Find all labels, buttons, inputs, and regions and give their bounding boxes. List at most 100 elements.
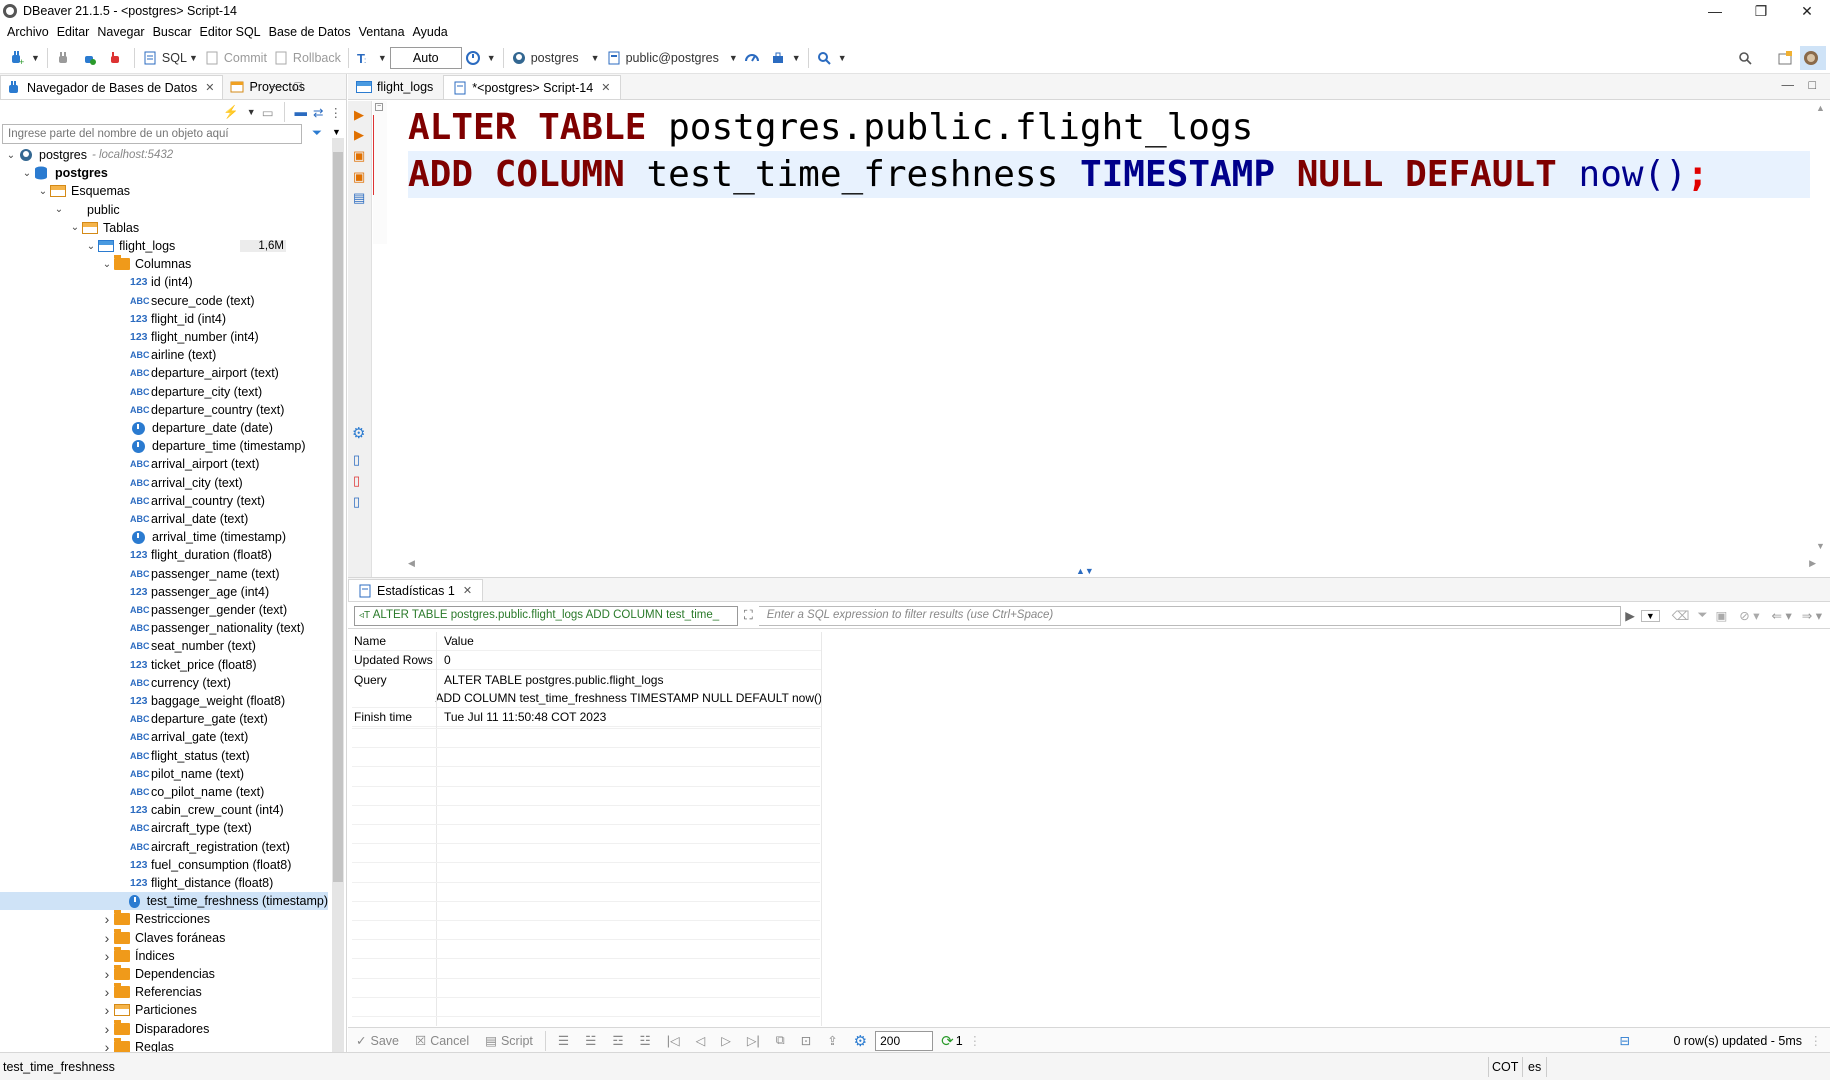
minimize-button[interactable]: — (1692, 0, 1738, 22)
tree-node[interactable]: 123 flight_number (int4) (116, 328, 259, 346)
delete-row-icon[interactable]: ☳ (640, 1033, 651, 1048)
close-icon[interactable]: ✕ (205, 81, 214, 94)
minimize-panel-icon[interactable]: — (272, 79, 285, 93)
chevron-down-icon[interactable]: ⌄ (4, 150, 18, 161)
global-search-button[interactable] (1734, 46, 1760, 70)
tree-node[interactable]: ABC passenger_name (text) (116, 565, 280, 583)
table-row[interactable]: ADD COLUMN test_time_freshness TIMESTAMP… (352, 689, 822, 708)
menu-base-de-datos[interactable]: Base de Datos (269, 25, 351, 39)
tree-node[interactable]: ABC departure_gate (text) (116, 710, 268, 728)
tree-node[interactable]: departure_date (date) (116, 419, 273, 437)
tree-node[interactable]: ABC arrival_airport (text) (116, 455, 259, 473)
chevron-down-icon[interactable]: ⌄ (20, 168, 34, 179)
tree-node[interactable]: ⌄ postgres (20, 164, 108, 182)
tree-node[interactable]: 123 cabin_crew_count (int4) (116, 801, 284, 819)
dashboard-button[interactable] (741, 46, 767, 70)
chevron-right-icon[interactable]: › (100, 911, 114, 927)
filter-dropdown-icon[interactable]: ▼ (332, 127, 341, 137)
tree-node[interactable]: 123 flight_distance (float8) (116, 874, 273, 892)
history-button[interactable]: ▼ (462, 46, 499, 70)
link-editor-icon[interactable]: ⇄ (313, 105, 323, 120)
tree-node[interactable]: ABC departure_city (text) (116, 383, 262, 401)
rollback-button[interactable]: Rollback (270, 46, 344, 70)
edit-row-icon[interactable]: ☰ (558, 1033, 569, 1048)
tree-node[interactable]: › Particiones (100, 1001, 197, 1019)
tree-node[interactable]: ABC arrival_gate (text) (116, 728, 248, 746)
chevron-down-icon[interactable]: ⌄ (68, 222, 82, 233)
sql-editor-button[interactable]: SQL ▼ (139, 46, 201, 70)
first-page-icon[interactable]: |◁ (667, 1033, 680, 1048)
save-results-button[interactable]: ✓ Save (356, 1033, 399, 1049)
tree-node[interactable]: ABC aircraft_registration (text) (116, 838, 290, 856)
new-connection-icon[interactable]: ⚡ (223, 105, 239, 120)
tree-node[interactable]: › Claves foráneas (100, 928, 225, 947)
tree-node[interactable]: ABC passenger_nationality (text) (116, 619, 305, 637)
active-schema-selector[interactable]: public@postgres ▼ (603, 46, 741, 70)
tree-node[interactable]: › Disparadores (100, 1019, 209, 1038)
sql-code-area[interactable]: ALTER TABLE postgres.public.flight_logs … (408, 104, 1810, 198)
apply-filter-icon[interactable]: ▶ (1625, 608, 1635, 623)
tree-node[interactable]: 123 id (int4) (116, 273, 193, 291)
add-row-icon[interactable]: ☱ (585, 1033, 596, 1048)
tree-node[interactable]: ⌄ Esquemas (36, 182, 130, 200)
export-script-icon[interactable]: ▯ (353, 494, 360, 510)
tree-node[interactable]: ABC arrival_country (text) (116, 492, 265, 510)
filter-settings-icon[interactable]: ⏷ (1697, 608, 1707, 623)
chevron-right-icon[interactable]: › (100, 1002, 114, 1018)
cancel-results-button[interactable]: ☒ Cancel (415, 1033, 469, 1049)
maximize-panel-icon[interactable]: □ (294, 79, 302, 93)
chevron-right-icon[interactable]: › (100, 1039, 114, 1052)
view-menu-icon[interactable]: ⋮ (330, 105, 343, 120)
save-filter-icon[interactable]: ▣ (1715, 608, 1727, 623)
minimize-editor-icon[interactable]: — (1782, 78, 1795, 92)
tree-scrollbar-thumb[interactable] (333, 152, 343, 882)
execute-script-icon[interactable]: ▣ (353, 148, 365, 164)
copy-row-icon[interactable]: ☲ (612, 1033, 623, 1048)
reconnect-button[interactable] (78, 46, 104, 70)
settings-gear-icon[interactable]: ⚙ (854, 1032, 867, 1050)
expand-filter-icon[interactable]: ⛶ (744, 608, 753, 623)
execute-in-new-tab-icon[interactable]: ▶ (354, 127, 364, 143)
fetch-size-input[interactable] (875, 1030, 934, 1051)
tree-node[interactable]: ABC flight_status (text) (116, 747, 250, 765)
chevron-down-icon[interactable]: ⌄ (36, 186, 50, 197)
tree-node[interactable]: ABC departure_country (text) (116, 401, 284, 419)
back-icon[interactable]: ⇐ ▾ (1772, 608, 1792, 623)
tab-statistics[interactable]: Estadísticas 1 ✕ (348, 579, 484, 601)
new-folder-icon[interactable]: ▭ (262, 105, 274, 120)
tree-node[interactable]: › Restricciones (100, 910, 210, 928)
fetch-all-icon[interactable]: ⊡ (801, 1033, 811, 1048)
menu-ayuda[interactable]: Ayuda (413, 25, 448, 39)
menu-editar[interactable]: Editar (57, 25, 90, 39)
table-row[interactable]: Finish time Tue Jul 11 11:50:48 COT 2023 (352, 708, 822, 727)
tree-node[interactable]: ABC arrival_date (text) (116, 510, 248, 528)
filter-expression-input[interactable]: Enter a SQL expression to filter results… (758, 605, 1622, 626)
commit-button[interactable]: Commit (201, 46, 270, 70)
menu-archivo[interactable]: Archivo (7, 25, 49, 39)
chevron-down-icon[interactable]: ⌄ (100, 259, 114, 270)
menu-buscar[interactable]: Buscar (153, 25, 192, 39)
filter-icon[interactable]: ⏷ (312, 126, 322, 141)
refresh-icon[interactable]: ⟳ (941, 1032, 954, 1050)
chevron-right-icon[interactable]: › (100, 948, 114, 964)
menu-navegar[interactable]: Navegar (97, 25, 144, 39)
perspective-button[interactable] (1774, 46, 1800, 70)
tree-node[interactable]: 123 flight_id (int4) (116, 310, 226, 328)
close-window-button[interactable]: ✕ (1784, 0, 1830, 22)
chevron-right-icon[interactable]: › (100, 930, 114, 946)
editor-horizontal-scrollbar[interactable]: ◀ ▶ (408, 558, 1816, 572)
transaction-mode-button[interactable]: T: ▼ (353, 46, 390, 70)
explain-plan-icon[interactable]: ▤ (353, 190, 365, 206)
tree-node[interactable]: 123 baggage_weight (float8) (116, 692, 285, 710)
tree-node[interactable]: ⌄ Tablas (68, 219, 139, 237)
fold-collapse-icon[interactable]: − (375, 103, 383, 111)
tree-node[interactable]: arrival_time (timestamp) (116, 528, 286, 546)
collapse-all-icon[interactable]: ▬ (295, 105, 308, 119)
chevron-down-icon[interactable]: ⌄ (52, 204, 66, 215)
previous-page-icon[interactable]: ◁ (696, 1033, 706, 1048)
panels-icon[interactable]: ⊟ (1620, 1033, 1630, 1048)
tree-node[interactable]: ABC passenger_gender (text) (116, 601, 287, 619)
tree-node[interactable]: 123 flight_duration (float8) (116, 546, 272, 564)
tree-node[interactable]: departure_time (timestamp) (116, 437, 306, 455)
settings-gear-icon[interactable]: ⚙ (352, 424, 365, 442)
